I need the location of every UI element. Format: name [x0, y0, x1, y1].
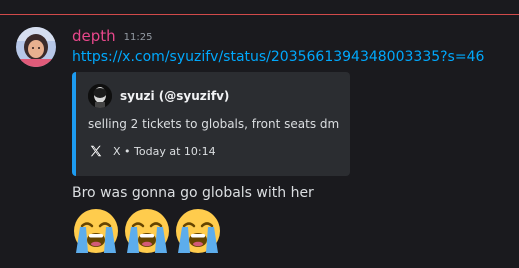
embed-description: selling 2 tickets to globals, front seat… [88, 117, 340, 131]
link-embed: syuzi (@syuzifv) selling 2 tickets to gl… [72, 72, 350, 176]
chat-view: depth 11:25 https://x.com/syuzifv/status… [0, 0, 519, 268]
emoji-row [72, 207, 225, 255]
previous-message-text [0, 0, 519, 4]
timestamp[interactable]: 11:25 [124, 32, 153, 43]
username[interactable]: depth [72, 27, 116, 45]
new-messages-divider [0, 14, 519, 15]
avatar[interactable] [16, 27, 56, 67]
message-header: depth 11:25 [72, 27, 153, 47]
x-logo-icon [88, 143, 104, 159]
loudly-crying-face-icon[interactable] [72, 207, 120, 255]
loudly-crying-face-icon[interactable] [123, 207, 171, 255]
loudly-crying-face-icon[interactable] [174, 207, 222, 255]
message-link[interactable]: https://x.com/syuzifv/status/20356613943… [72, 49, 484, 65]
embed-author-avatar[interactable] [88, 84, 112, 108]
message-text: Bro was gonna go globals with her [72, 185, 314, 201]
embed-footer-text: X • Today at 10:14 [113, 144, 216, 158]
embed-author: syuzi (@syuzifv) [88, 84, 229, 108]
embed-accent-bar [72, 72, 76, 176]
avatar-image [16, 27, 56, 67]
embed-footer: X • Today at 10:14 [88, 143, 216, 159]
embed-author-name[interactable]: syuzi (@syuzifv) [120, 89, 229, 103]
